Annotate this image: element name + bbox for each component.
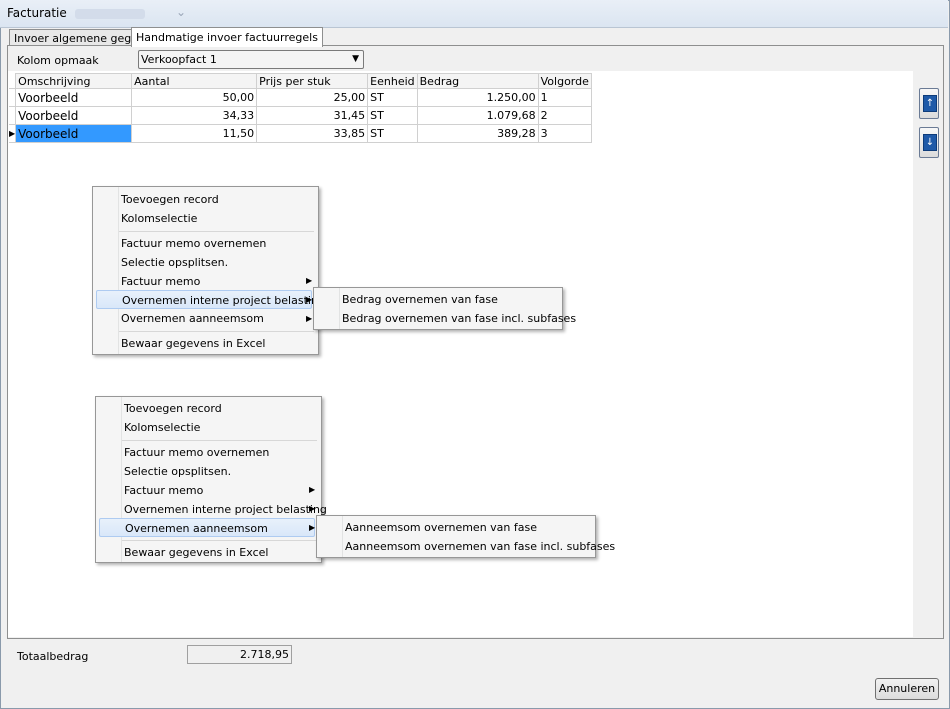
submenu-arrow-icon: ▶	[306, 314, 313, 323]
submenu-item-bedrag-fase-subfases[interactable]: Bedrag overnemen van fase incl. subfases	[342, 309, 576, 328]
totaalbedrag-label: Totaalbedrag	[17, 650, 89, 663]
column-header[interactable]: Bedrag	[416, 73, 539, 89]
row-indicator	[9, 106, 17, 125]
annuleren-button[interactable]: Annuleren	[875, 678, 939, 700]
menu-item-factuur-memo[interactable]: Factuur memo	[121, 272, 200, 291]
cell-eenheid[interactable]: ST	[367, 106, 418, 125]
menu-separator	[122, 440, 317, 441]
menu-item-bewaar-excel[interactable]: Bewaar gegevens in Excel	[124, 543, 268, 562]
invoice-lines-grid: Omschrijving Aantal Prijs per stuk Eenhe…	[9, 73, 592, 143]
cell-bedrag[interactable]: 1.250,00	[416, 88, 539, 107]
menu-separator	[122, 540, 317, 541]
cell-prijs[interactable]: 31,45	[256, 106, 369, 125]
cell-aantal[interactable]: 34,33	[131, 106, 258, 125]
current-row-arrow-icon: ▶	[9, 124, 17, 143]
submenu-arrow-icon: ▶	[306, 295, 313, 304]
column-header[interactable]: Aantal	[131, 73, 258, 89]
column-header[interactable]: Prijs per stuk	[256, 73, 369, 89]
kolom-opmaak-select[interactable]: Verkoopfact 1 ▼	[138, 50, 364, 69]
menu-item-toevoegen-record[interactable]: Toevoegen record	[124, 399, 222, 418]
context-menu-1: Toevoegen record Kolomselectie Factuur m…	[92, 186, 325, 355]
tab-handmatige-invoer[interactable]: Handmatige invoer factuurregels	[131, 27, 323, 47]
cell-volgorde[interactable]: 2	[537, 106, 592, 125]
menu-item-bewaar-excel[interactable]: Bewaar gegevens in Excel	[121, 334, 265, 353]
cell-omschrijving[interactable]: Voorbeeld	[15, 106, 133, 125]
submenu-item-aanneemsom-fase[interactable]: Aanneemsom overnemen van fase	[345, 518, 537, 537]
title-bar: Facturatie ⌄	[0, 0, 948, 28]
table-row[interactable]: ▶ Voorbeeld 11,50 33,85 ST 389,28 3	[9, 124, 592, 143]
menu-item-kolomselectie[interactable]: Kolomselectie	[124, 418, 200, 437]
chevron-down-icon: ⌄	[176, 5, 187, 19]
column-header[interactable]: Omschrijving	[15, 73, 133, 89]
menu-item-overnemen-aanneemsom[interactable]: Overnemen aanneemsom	[121, 309, 264, 328]
menu-item-selectie-opsplitsen[interactable]: Selectie opsplitsen.	[124, 462, 231, 481]
move-down-button[interactable]: ↓	[919, 127, 939, 158]
kolom-opmaak-label: Kolom opmaak	[17, 54, 99, 67]
arrow-down-icon: ↓	[923, 134, 937, 151]
cell-eenheid[interactable]: ST	[367, 88, 418, 107]
submenu-item-aanneemsom-fase-subfases[interactable]: Aanneemsom overnemen van fase incl. subf…	[345, 537, 615, 556]
submenu-overnemen-aanneemsom: Aanneemsom overnemen van fase Aanneemsom…	[316, 515, 615, 558]
totaalbedrag-value: 2.718,95	[187, 645, 292, 664]
arrow-up-icon: ↑	[923, 95, 937, 112]
cell-bedrag[interactable]: 389,28	[416, 124, 539, 143]
menu-item-factuur-memo-overnemen[interactable]: Factuur memo overnemen	[124, 443, 269, 462]
cell-volgorde[interactable]: 3	[537, 124, 592, 143]
kolom-opmaak-value: Verkoopfact 1	[141, 53, 217, 66]
cell-aantal[interactable]: 50,00	[131, 88, 258, 107]
cell-prijs[interactable]: 33,85	[256, 124, 369, 143]
cell-bedrag[interactable]: 1.079,68	[416, 106, 539, 125]
menu-item-overnemen-aanneemsom[interactable]: Overnemen aanneemsom	[99, 518, 315, 537]
submenu-arrow-icon: ▶	[306, 276, 313, 285]
column-header[interactable]: Volgorde	[537, 73, 592, 89]
submenu-interne-project-belasting: Bedrag overnemen van fase Bedrag overnem…	[313, 287, 576, 330]
menu-item-factuur-memo-overnemen[interactable]: Factuur memo overnemen	[121, 234, 266, 253]
cell-prijs[interactable]: 25,00	[256, 88, 369, 107]
submenu-arrow-icon: ▶	[309, 504, 316, 513]
column-header[interactable]: Eenheid	[367, 73, 418, 89]
title-blurred-text	[75, 9, 145, 19]
menu-item-kolomselectie[interactable]: Kolomselectie	[121, 209, 197, 228]
table-row[interactable]: Voorbeeld 34,33 31,45 ST 1.079,68 2	[9, 106, 592, 125]
window-title: Facturatie	[7, 6, 67, 20]
cell-eenheid[interactable]: ST	[367, 124, 418, 143]
menu-separator	[119, 231, 314, 232]
submenu-item-bedrag-fase[interactable]: Bedrag overnemen van fase	[342, 290, 498, 309]
cell-aantal[interactable]: 11,50	[131, 124, 258, 143]
submenu-arrow-icon: ▶	[309, 485, 316, 494]
grid-header-row: Omschrijving Aantal Prijs per stuk Eenhe…	[9, 73, 592, 89]
context-menu-2: Toevoegen record Kolomselectie Factuur m…	[95, 396, 327, 563]
move-up-button[interactable]: ↑	[919, 88, 939, 119]
menu-separator	[119, 331, 314, 332]
table-row[interactable]: Voorbeeld 50,00 25,00 ST 1.250,00 1	[9, 88, 592, 107]
cell-omschrijving[interactable]: Voorbeeld	[15, 88, 133, 107]
menu-item-selectie-opsplitsen[interactable]: Selectie opsplitsen.	[121, 253, 228, 272]
row-indicator	[9, 88, 17, 107]
menu-item-interne-project-belasting[interactable]: Overnemen interne project belasting	[124, 500, 327, 519]
menu-item-toevoegen-record[interactable]: Toevoegen record	[121, 190, 219, 209]
cell-volgorde[interactable]: 1	[537, 88, 592, 107]
dropdown-arrow-icon: ▼	[352, 54, 359, 64]
submenu-arrow-icon: ▶	[309, 523, 316, 532]
menu-item-interne-project-belasting[interactable]: Overnemen interne project belasting	[96, 290, 325, 309]
menu-item-factuur-memo[interactable]: Factuur memo	[124, 481, 203, 500]
cell-omschrijving-selected[interactable]: Voorbeeld	[15, 124, 133, 143]
row-indicator-header	[9, 73, 17, 89]
